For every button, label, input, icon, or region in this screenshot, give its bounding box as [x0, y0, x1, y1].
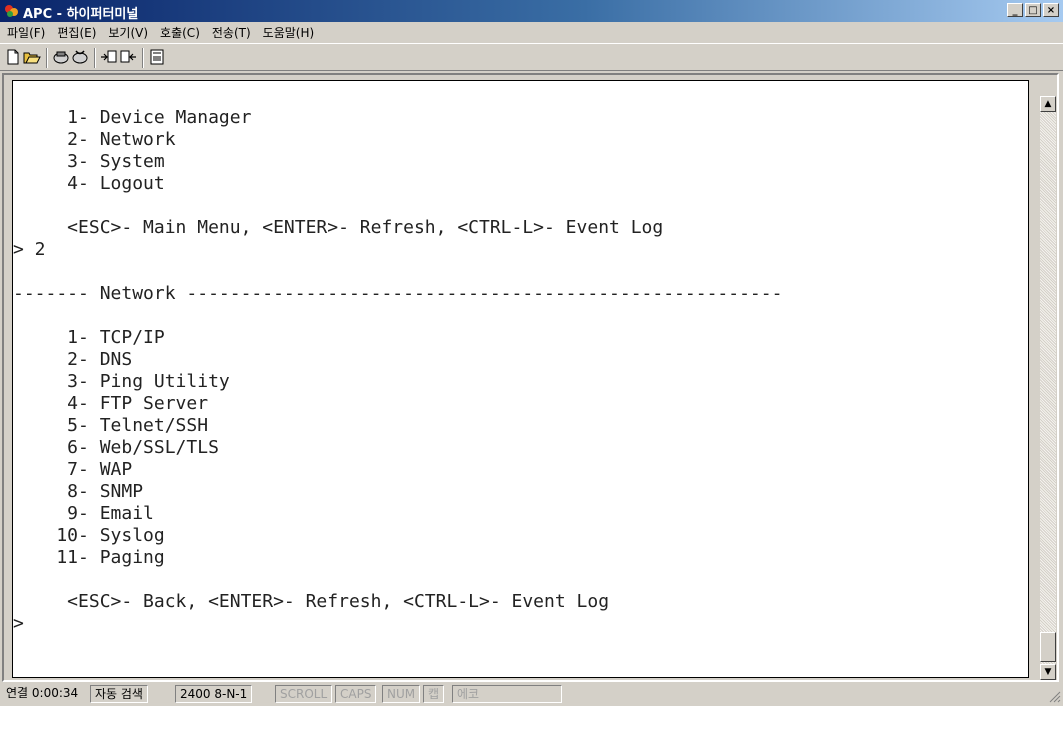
open-icon[interactable]	[23, 48, 41, 66]
terminal-line: 8- SNMP	[13, 481, 144, 502]
terminal-line: 2- DNS	[13, 349, 133, 370]
terminal-line: 6- Web/SSL/TLS	[13, 437, 219, 458]
menu-bar: 파일(F) 편집(E) 보기(V) 호출(C) 전송(T) 도움말(H)	[0, 22, 1063, 42]
status-capture: 캡	[423, 685, 445, 703]
terminal-line: >	[13, 613, 24, 634]
hyperterminal-app-icon	[5, 5, 18, 17]
disconnect-icon[interactable]	[71, 48, 89, 66]
receive-icon[interactable]	[119, 48, 137, 66]
terminal-screen[interactable]: 1- Device Manager 2- Network 3- System 4…	[12, 80, 1029, 678]
status-num: NUM	[382, 685, 421, 703]
minimize-button[interactable]: _	[1007, 3, 1023, 17]
terminal-line: 5- Telnet/SSH	[13, 415, 209, 436]
terminal-line: 4- Logout	[13, 173, 165, 194]
window-title: APC - 하이퍼터미널	[23, 7, 139, 22]
menu-edit[interactable]: 편집(E)	[51, 24, 102, 41]
status-detect: 자동 검색	[90, 685, 148, 703]
terminal-line: 9- Email	[13, 503, 154, 524]
close-button[interactable]: ×	[1043, 3, 1059, 17]
connect-icon[interactable]	[52, 48, 70, 66]
terminal-line: ------- Network ------------------------…	[13, 283, 783, 304]
terminal-line: 11- Paging	[13, 547, 165, 568]
status-bar: 연결 0:00:34 자동 검색 2400 8-N-1 SCROLL CAPS …	[0, 683, 1063, 705]
maximize-icon: □	[1028, 4, 1038, 16]
arrow-up-icon: ▲	[1044, 99, 1052, 109]
toolbar	[0, 43, 1063, 71]
terminal-line: <ESC>- Main Menu, <ENTER>- Refresh, <CTR…	[13, 217, 664, 238]
terminal-line: 3- System	[13, 151, 165, 172]
status-connection: 연결 0:00:34	[6, 686, 79, 700]
menu-help[interactable]: 도움말(H)	[257, 24, 321, 41]
terminal-line: 10- Syslog	[13, 525, 165, 546]
toolbar-separator	[46, 48, 48, 68]
scrollbar-thumb[interactable]	[1040, 632, 1056, 662]
terminal-line: <ESC>- Back, <ENTER>- Refresh, <CTRL-L>-…	[13, 591, 610, 612]
scroll-down-button[interactable]: ▼	[1040, 664, 1056, 680]
menu-transfer[interactable]: 전송(T)	[206, 24, 257, 41]
properties-icon[interactable]	[148, 48, 166, 66]
close-icon: ×	[1046, 4, 1056, 16]
menu-file[interactable]: 파일(F)	[0, 24, 51, 41]
resize-grip-icon[interactable]	[1047, 689, 1061, 703]
terminal-line: 7- WAP	[13, 459, 133, 480]
send-icon[interactable]	[100, 48, 118, 66]
desktop-area	[0, 706, 1063, 738]
minimize-icon: _	[1012, 4, 1018, 16]
status-caps: CAPS	[335, 685, 377, 703]
toolbar-separator	[142, 48, 144, 68]
title-bar[interactable]: APC - 하이퍼터미널 _ □ ×	[0, 0, 1063, 22]
terminal-line: 2- Network	[13, 129, 176, 150]
toolbar-separator	[94, 48, 96, 68]
terminal-line: > 2	[13, 239, 46, 260]
scroll-up-button[interactable]: ▲	[1040, 96, 1056, 112]
arrow-down-icon: ▼	[1044, 667, 1052, 677]
menu-view[interactable]: 보기(V)	[102, 24, 154, 41]
terminal-line: 1- TCP/IP	[13, 327, 165, 348]
maximize-button[interactable]: □	[1025, 3, 1041, 17]
terminal-line: 4- FTP Server	[13, 393, 209, 414]
terminal-line: 3- Ping Utility	[13, 371, 230, 392]
status-print: 에코	[452, 685, 562, 703]
status-scroll: SCROLL	[275, 685, 333, 703]
terminal-line: 1- Device Manager	[13, 107, 252, 128]
new-icon[interactable]	[4, 48, 22, 66]
vertical-scrollbar[interactable]	[1040, 96, 1056, 680]
status-settings: 2400 8-N-1	[175, 685, 253, 703]
menu-call[interactable]: 호출(C)	[154, 24, 206, 41]
